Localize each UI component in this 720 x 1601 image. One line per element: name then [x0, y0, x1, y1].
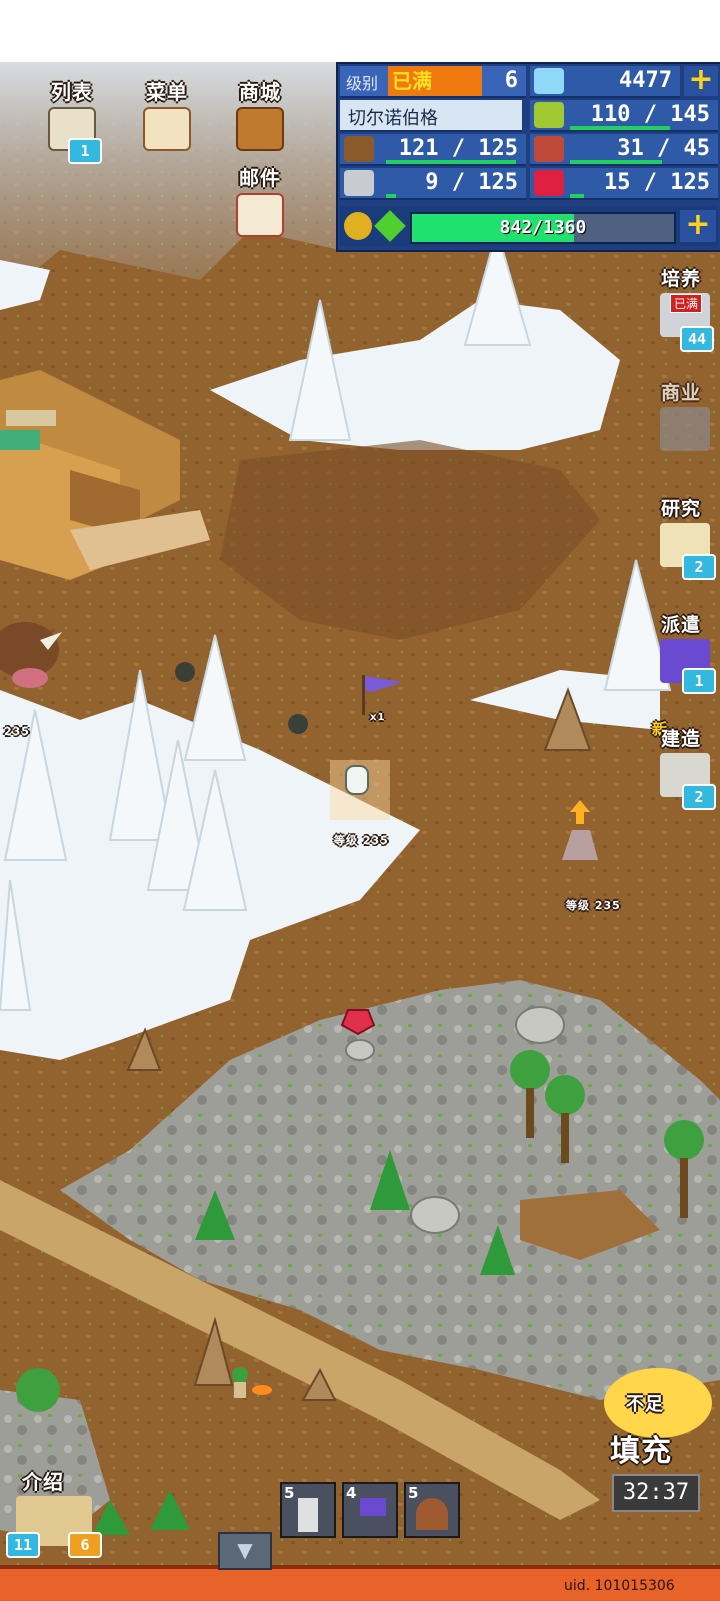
cultivate-badge: 44	[680, 326, 714, 352]
level-value: 6	[504, 68, 518, 93]
refill-timer: 32:37	[622, 1480, 690, 1505]
flag-icon	[360, 1498, 386, 1516]
unit-slot-tower[interactable]: 5	[280, 1482, 336, 1538]
research-label: 研究	[660, 498, 701, 520]
unit-level-label: 等级 235	[334, 834, 389, 847]
slot-count: 4	[346, 1484, 357, 1502]
add-exp-button[interactable]: +	[680, 210, 716, 242]
refill-label: 填充	[610, 1434, 672, 1469]
ruby-cell: 15 / 125	[530, 168, 718, 200]
unit-slot-cave[interactable]: 5	[404, 1482, 460, 1538]
ruby-bar	[570, 194, 584, 198]
intro-badge-yellow: 6	[68, 1532, 102, 1558]
intro-label: 介绍	[22, 1470, 64, 1494]
green-gem-icon	[374, 210, 406, 242]
treasure-chest-icon	[236, 107, 284, 151]
meat-icon	[534, 136, 564, 162]
level-cell: 级别 已满 6	[340, 66, 526, 98]
cultivate-full-tag: 已满	[670, 294, 703, 313]
stone-cell: 9 / 125	[340, 168, 526, 200]
diamond-icon	[534, 68, 564, 94]
log-icon	[344, 136, 374, 162]
level-label: 级别	[346, 74, 379, 93]
gems-value: 4477	[619, 68, 672, 93]
stone-value: 9 / 125	[425, 170, 518, 195]
food-bar	[570, 126, 670, 130]
shop-button[interactable]: 商城	[228, 76, 292, 151]
collapse-button[interactable]: ▼	[218, 1532, 272, 1570]
loot-bag	[175, 662, 195, 682]
build-badge: 2	[682, 784, 716, 810]
exp-row: 842/1360 +	[340, 206, 718, 246]
research-badge: 2	[682, 554, 716, 580]
business-label: 商业	[660, 382, 701, 404]
slot-count: 5	[284, 1484, 295, 1502]
exp-bar-track: 842/1360	[410, 212, 676, 244]
exp-value: 842/1360	[499, 217, 587, 238]
ghost-unit	[330, 760, 390, 820]
cultivate-label: 培养	[660, 268, 701, 290]
wood-bar	[386, 160, 516, 164]
cave-icon	[416, 1498, 448, 1530]
unit-slot-flag[interactable]: 4	[342, 1482, 398, 1538]
house-icon	[660, 407, 710, 451]
tower-icon	[298, 1498, 318, 1532]
meat-bar	[570, 160, 662, 164]
shop-label: 商城	[239, 80, 281, 104]
uid-label: uid. 101015306	[564, 1578, 675, 1594]
loot-bag	[288, 714, 308, 734]
dispatch-label: 派遣	[660, 614, 701, 636]
envelope-icon	[236, 193, 284, 237]
ruby-icon	[534, 170, 564, 196]
menu-button[interactable]: 菜单	[135, 76, 199, 151]
level-max-tag: 已满	[388, 66, 482, 96]
ruby-value: 15 / 125	[604, 170, 710, 195]
meat-cell: 31 / 45	[530, 134, 718, 166]
list-label: 列表	[51, 80, 93, 104]
city-name-cell: 切尔诺伯格	[340, 100, 522, 132]
ore-icon	[344, 170, 374, 196]
resource-panel: 级别 已满 6 4477 + 切尔诺伯格 110 / 145 121 / 125…	[336, 62, 720, 252]
mail-label: 邮件	[239, 166, 281, 190]
mail-button[interactable]: 邮件	[228, 162, 292, 237]
unit-level-label: 等级 235	[566, 899, 621, 912]
creature-level-label: 235	[4, 725, 30, 738]
stone-bar	[386, 194, 396, 198]
refill-tag: 不足	[626, 1394, 664, 1415]
add-gems-button[interactable]: +	[684, 65, 718, 96]
slot-count: 5	[408, 1484, 419, 1502]
business-button[interactable]: 商业	[646, 378, 716, 451]
flag-count-label: x1	[370, 712, 386, 723]
city-name: 切尔诺伯格	[348, 108, 438, 129]
wood-cell: 121 / 125	[340, 134, 526, 166]
coin-icon	[344, 212, 372, 240]
dispatch-badge: 1	[682, 668, 716, 694]
food-cell: 110 / 145	[530, 100, 718, 132]
build-label: 建造	[660, 728, 701, 750]
timer-box: 32:37	[612, 1474, 700, 1512]
signboard-icon	[143, 107, 191, 151]
refill-button[interactable]: 不足 填充 32:37	[600, 1368, 716, 1516]
gems-cell: 4477	[530, 66, 680, 98]
intro-badge-blue: 11	[6, 1532, 40, 1558]
menu-label: 菜单	[146, 80, 188, 104]
list-badge: 1	[68, 138, 102, 164]
wheat-icon	[534, 102, 564, 128]
